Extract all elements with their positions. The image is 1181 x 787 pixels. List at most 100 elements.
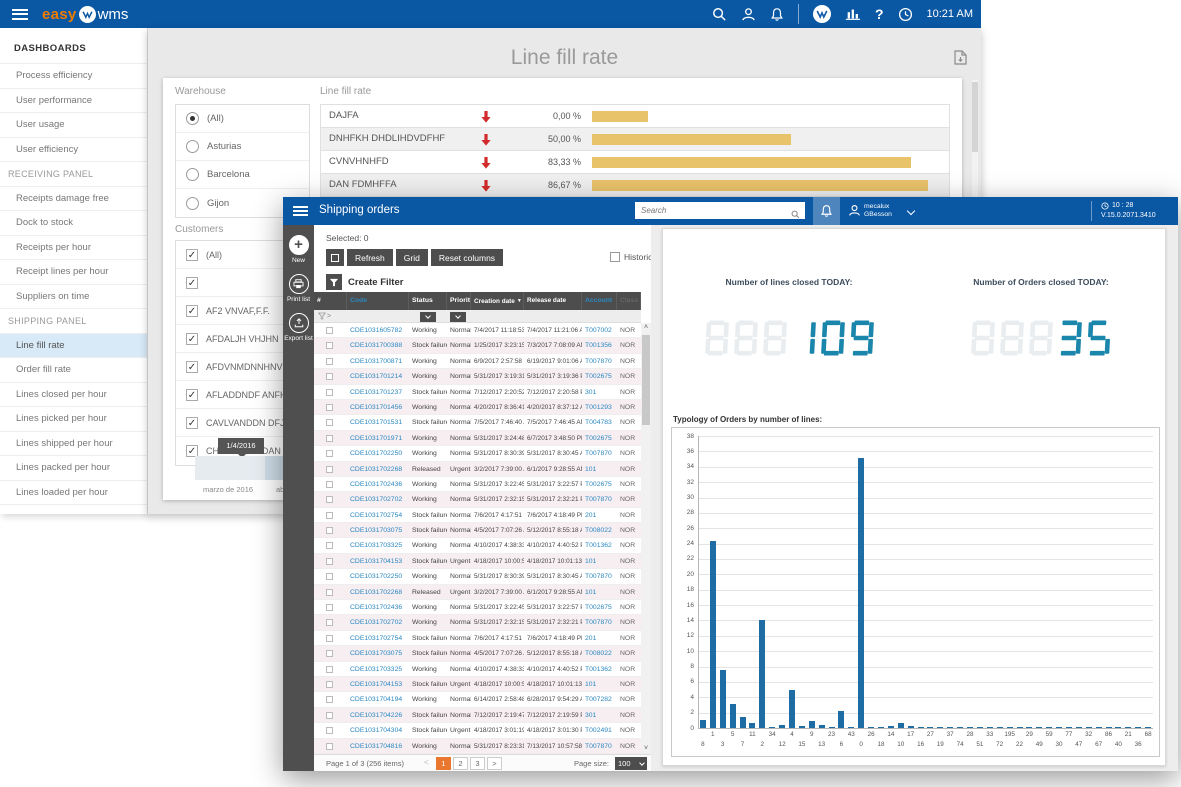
row-checkbox[interactable] [326, 712, 333, 719]
order-row[interactable]: CDE1031701531Stock failureNormal7/5/2017… [314, 415, 641, 430]
user-icon[interactable] [741, 7, 756, 22]
order-row[interactable]: CDE1031704153Stock failureUrgent4/18/201… [314, 554, 641, 569]
scroll-up-icon[interactable]: ˄ [641, 323, 651, 333]
order-account-link[interactable]: 301 [582, 385, 617, 400]
order-account-link[interactable]: T007870 [582, 354, 617, 369]
print-list-button[interactable]: Print list [283, 274, 314, 303]
order-code-link[interactable]: CDE1031701214 [347, 369, 409, 384]
row-checkbox[interactable] [326, 589, 333, 596]
order-code-link[interactable]: CDE1031703075 [347, 523, 409, 538]
row-checkbox[interactable] [326, 342, 333, 349]
order-row[interactable]: CDE1031704304Stock failureUrgent4/18/201… [314, 723, 641, 738]
order-account-link[interactable]: T002675 [582, 369, 617, 384]
sidebar-item[interactable]: User usage [0, 113, 147, 138]
row-checkbox[interactable] [326, 604, 333, 611]
row-checkbox[interactable] [326, 542, 333, 549]
order-code-link[interactable]: CDE1031701456 [347, 400, 409, 415]
order-account-link[interactable]: T007870 [582, 446, 617, 461]
checkbox-icon[interactable]: ✓ [186, 305, 198, 317]
grid-button[interactable]: Grid [396, 249, 428, 266]
fill-rate-row[interactable]: DAN FDMHFFA86,67 % [321, 174, 949, 197]
status-filter-dropdown[interactable] [420, 312, 436, 322]
create-filter-button[interactable]: Create Filter [326, 274, 403, 290]
order-code-link[interactable]: CDE1031700388 [347, 338, 409, 353]
radio-icon[interactable] [186, 168, 199, 181]
table-scrollbar[interactable]: ˄ ˅ [641, 323, 651, 754]
order-code-link[interactable]: CDE1031704304 [347, 723, 409, 738]
sidebar-item[interactable]: Lines loaded per hour [0, 481, 147, 506]
sidebar-item[interactable]: Suppliers on time [0, 285, 147, 310]
order-account-link[interactable]: T002675 [582, 431, 617, 446]
order-account-link[interactable]: T001362 [582, 538, 617, 553]
search-icon[interactable] [791, 206, 800, 224]
order-account-link[interactable]: T001293 [582, 400, 617, 415]
help-icon[interactable]: ? [875, 6, 884, 22]
row-checkbox[interactable] [326, 358, 333, 365]
order-row[interactable]: CDE1031702754Stock failureNormal7/6/2017… [314, 508, 641, 523]
order-row[interactable]: CDE1031704226Stock failureNormal7/12/201… [314, 708, 641, 723]
sidebar-item[interactable]: Lines shipped per hour [0, 432, 147, 457]
checkbox-icon[interactable]: ✓ [186, 277, 198, 289]
order-code-link[interactable]: CDE1031704153 [347, 677, 409, 692]
order-row[interactable]: CDE1031704816WorkingNormal5/31/2017 8:23… [314, 739, 641, 754]
warehouse-option[interactable]: (All) [176, 105, 309, 133]
menu-icon[interactable] [12, 9, 28, 20]
order-code-link[interactable]: CDE1031704226 [347, 708, 409, 723]
row-checkbox[interactable] [326, 527, 333, 534]
notifications-bell-icon[interactable] [770, 7, 784, 22]
order-account-link[interactable]: 101 [582, 462, 617, 477]
checkbox-icon[interactable]: ✓ [186, 249, 198, 261]
historic-checkbox[interactable]: Historic [610, 252, 652, 262]
order-row[interactable]: CDE1031702702WorkingNormal5/31/2017 2:32… [314, 492, 641, 507]
order-account-link[interactable]: 101 [582, 677, 617, 692]
scroll-down-icon[interactable]: ˅ [641, 744, 651, 754]
order-row[interactable]: CDE1031704153Stock failureUrgent4/18/201… [314, 677, 641, 692]
order-row[interactable]: CDE1031703075Stock failureNormal4/5/2017… [314, 523, 641, 538]
order-code-link[interactable]: CDE1031702754 [347, 631, 409, 646]
fill-rate-row[interactable]: CVNVHNHFD83,33 % [321, 151, 949, 174]
order-code-link[interactable]: CDE1031701531 [347, 415, 409, 430]
mecalux-app-icon[interactable] [813, 5, 831, 23]
order-code-link[interactable]: CDE1031702436 [347, 477, 409, 492]
order-row[interactable]: CDE1031703325WorkingNormal4/10/2017 4:38… [314, 662, 641, 677]
order-account-link[interactable]: T008022 [582, 523, 617, 538]
fill-rate-row[interactable]: DNHFKH DHDLIHDVDFHF50,00 % [321, 128, 949, 151]
order-row[interactable]: CDE1031702250WorkingNormal5/31/2017 8:30… [314, 569, 641, 584]
order-row[interactable]: CDE1031702702WorkingNormal5/31/2017 2:32… [314, 615, 641, 630]
checkbox-icon[interactable]: ✓ [186, 417, 198, 429]
sidebar-item[interactable]: Lines packed per hour [0, 456, 147, 481]
column-header-account[interactable]: Account [582, 292, 617, 310]
order-code-link[interactable]: CDE1031702754 [347, 508, 409, 523]
order-code-link[interactable]: CDE1031702250 [347, 446, 409, 461]
row-checkbox[interactable] [326, 558, 333, 565]
row-checkbox[interactable] [326, 496, 333, 503]
order-row[interactable]: CDE1031703075Stock failureNormal4/5/2017… [314, 646, 641, 661]
row-checkbox[interactable] [326, 404, 333, 411]
order-code-link[interactable]: CDE1031702268 [347, 585, 409, 600]
warehouse-option[interactable]: Barcelona [176, 161, 309, 189]
row-checkbox[interactable] [326, 681, 333, 688]
order-account-link[interactable]: T007870 [582, 492, 617, 507]
row-checkbox[interactable] [326, 635, 333, 642]
page-button[interactable]: 2 [453, 757, 468, 770]
order-account-link[interactable]: T002491 [582, 723, 617, 738]
column-header-code[interactable]: Code [347, 292, 409, 310]
statistics-icon[interactable] [845, 7, 861, 21]
sidebar-item[interactable]: Lines closed per hour [0, 383, 147, 408]
column-header-priority[interactable]: Priority [447, 292, 471, 310]
order-account-link[interactable]: T007870 [582, 739, 617, 754]
user-icon[interactable] [848, 204, 861, 222]
order-row[interactable]: CDE1031700388Stock failureNormal1/25/201… [314, 338, 641, 353]
row-checkbox[interactable] [326, 666, 333, 673]
row-checkbox[interactable] [326, 573, 333, 580]
warehouse-option[interactable]: Asturias [176, 133, 309, 161]
next-page-button[interactable]: > [487, 757, 502, 770]
radio-icon[interactable] [186, 140, 199, 153]
column-header--[interactable]: # [314, 292, 347, 310]
menu-icon[interactable] [293, 206, 308, 216]
order-code-link[interactable]: CDE1031701971 [347, 431, 409, 446]
order-row[interactable]: CDE1031702754Stock failureNormal7/6/2017… [314, 631, 641, 646]
order-account-link[interactable]: 201 [582, 631, 617, 646]
filter-funnel-icon[interactable]: > [318, 312, 331, 320]
sidebar-item[interactable]: Receipt lines per hour [0, 260, 147, 285]
